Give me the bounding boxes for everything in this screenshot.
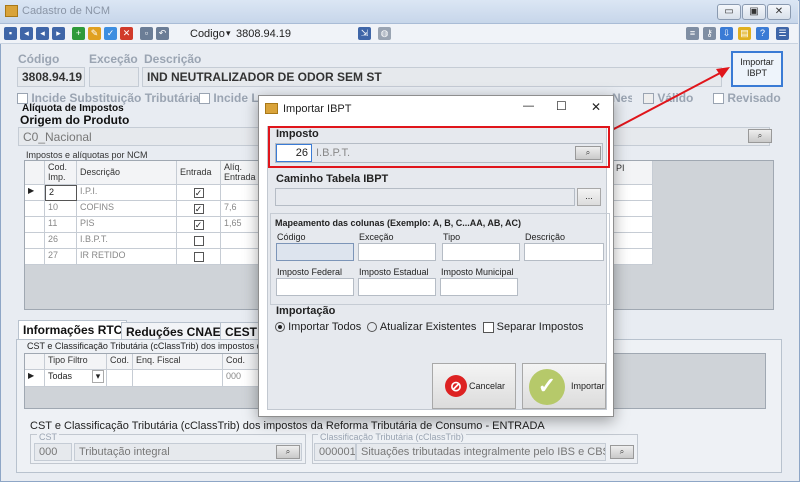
import-label: Importar <box>571 381 605 391</box>
col-descricao-input[interactable] <box>524 243 604 261</box>
imposto-code-field[interactable]: 26 <box>276 144 312 162</box>
radio-atualizar-label: Atualizar Existentes <box>379 321 477 333</box>
arrow-line <box>611 71 723 131</box>
radio-importar-todos-label: Importar Todos <box>288 321 362 333</box>
separar-impostos-label: Separar Impostos <box>496 321 584 333</box>
imposto-lookup-icon[interactable]: ⌕ <box>575 146 601 160</box>
caminho-field[interactable] <box>275 188 575 206</box>
dialog-title: Importar IBPT <box>283 103 352 115</box>
imposto-label: Imposto <box>276 128 319 140</box>
col-estadual-label: Imposto Estadual <box>359 267 429 277</box>
dialog-maximize-button[interactable]: ☐ <box>556 99 567 113</box>
mapeamento-label: Mapeamento das colunas (Exemplo: A, B, C… <box>275 218 522 228</box>
cancel-button[interactable]: ⊘ Cancelar <box>432 363 516 409</box>
col-municipal-input[interactable] <box>440 278 518 296</box>
col-descricao-label: Descrição <box>525 232 566 242</box>
checkmark-icon: ✓ <box>529 369 565 405</box>
cancel-icon: ⊘ <box>445 375 467 397</box>
col-federal-label: Imposto Federal <box>277 267 343 277</box>
radio-atualizar-existentes[interactable] <box>367 322 378 333</box>
col-codigo-label: Código <box>277 232 306 242</box>
col-estadual-input[interactable] <box>358 278 436 296</box>
radio-importar-todos[interactable] <box>275 322 285 333</box>
arrow-head <box>716 67 730 78</box>
browse-button[interactable]: ... <box>577 188 601 206</box>
col-municipal-label: Imposto Municipal <box>441 267 514 277</box>
dialog-close-button[interactable]: ✕ <box>591 100 601 114</box>
dialog-app-icon <box>265 103 278 114</box>
col-tipo-input[interactable] <box>442 243 520 261</box>
col-codigo-input[interactable] <box>276 243 354 261</box>
cancel-label: Cancelar <box>469 381 506 391</box>
imposto-desc-field: I.B.P.T. <box>316 147 351 159</box>
separar-impostos-checkbox[interactable] <box>482 321 494 333</box>
col-tipo-label: Tipo <box>443 232 461 242</box>
caminho-label: Caminho Tabela IBPT <box>276 173 389 185</box>
dialog-minimize-button[interactable]: — <box>523 100 534 112</box>
col-federal-input[interactable] <box>276 278 354 296</box>
import-button[interactable]: ✓ Importar <box>522 363 606 409</box>
importacao-label: Importação <box>276 305 336 317</box>
col-excecao-label: Exceção <box>359 232 394 242</box>
col-excecao-input[interactable] <box>358 243 436 261</box>
